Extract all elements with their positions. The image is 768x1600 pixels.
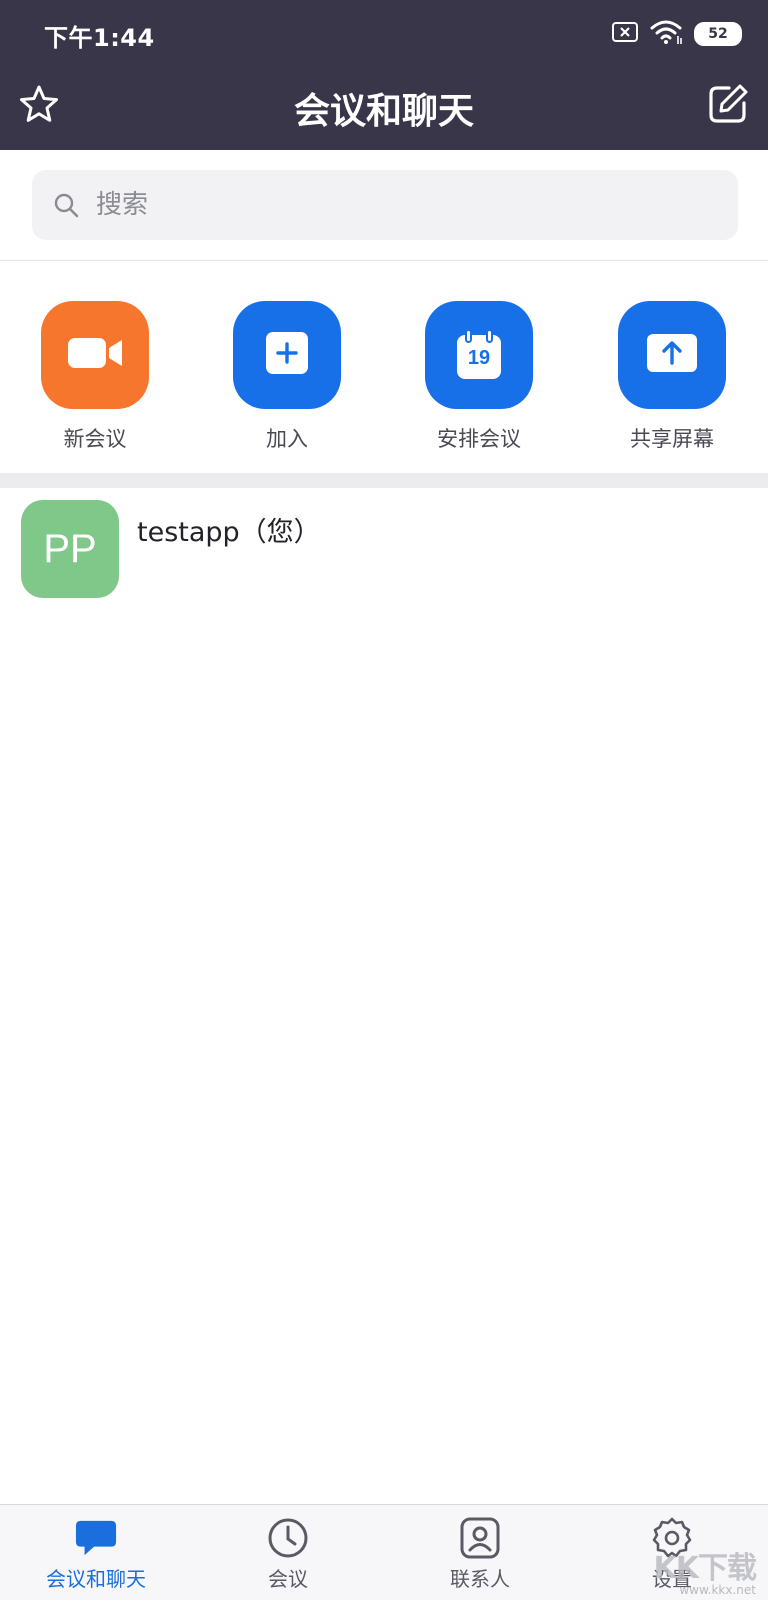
new-meeting-button[interactable]: 新会议	[20, 301, 170, 453]
section-divider	[0, 473, 768, 488]
clock-icon	[267, 1517, 309, 1559]
tab-meetings[interactable]: 会议	[192, 1505, 384, 1600]
share-up-icon	[646, 333, 698, 377]
app-screen: 下午1:44 52 会议和聊天 搜索 新会议 加入 19 安排会议 共享屏幕 P…	[0, 0, 768, 1600]
calendar-day: 19	[467, 347, 491, 369]
share-screen-tile[interactable]	[618, 301, 726, 409]
new-meeting-label: 新会议	[63, 427, 127, 451]
share-screen-label: 共享屏幕	[630, 427, 714, 451]
chat-bubble-icon	[75, 1517, 117, 1559]
battery-icon: 52	[694, 22, 742, 46]
quick-actions: 新会议 加入 19 安排会议 共享屏幕	[0, 261, 768, 473]
schedule-meeting-label: 安排会议	[437, 427, 521, 451]
share-screen-button[interactable]: 共享屏幕	[597, 301, 747, 453]
wifi-icon	[650, 19, 682, 49]
join-tile[interactable]	[233, 301, 341, 409]
schedule-tile[interactable]: 19	[425, 301, 533, 409]
search-icon	[52, 191, 80, 219]
tab-label: 联系人	[450, 1567, 510, 1591]
plus-icon	[265, 331, 309, 379]
watermark: KK下载 www.kkx.net	[654, 1543, 757, 1597]
compose-button[interactable]	[706, 84, 750, 128]
tab-contacts[interactable]: 联系人	[384, 1505, 576, 1600]
bottom-tab-bar: 会议和聊天 会议 联系人 设置 KK下载 www.kkx.net	[0, 1504, 768, 1600]
search-bar[interactable]	[32, 170, 738, 240]
video-camera-icon	[66, 335, 124, 375]
list-item[interactable]: PP testapp（您）	[0, 488, 768, 606]
avatar: PP	[21, 500, 119, 598]
search-input[interactable]	[94, 189, 678, 221]
status-icons: 52	[612, 20, 742, 48]
tab-label: 会议	[268, 1567, 308, 1591]
sim-off-icon	[612, 22, 638, 46]
watermark-logo: KK下载	[653, 1551, 757, 1586]
search-section	[0, 150, 768, 261]
contact-icon	[459, 1517, 501, 1559]
join-button[interactable]: 加入	[212, 301, 362, 453]
contact-name: testapp（您）	[137, 517, 321, 548]
join-label: 加入	[266, 427, 308, 451]
compose-icon	[707, 83, 749, 129]
top-bar: 下午1:44 52 会议和聊天	[0, 0, 768, 150]
new-meeting-tile[interactable]	[41, 301, 149, 409]
page-title: 会议和聊天	[293, 91, 474, 132]
schedule-meeting-button[interactable]: 19 安排会议	[404, 301, 554, 453]
tab-label: 会议和聊天	[46, 1567, 146, 1591]
tab-meetings-chat[interactable]: 会议和聊天	[0, 1505, 192, 1600]
calendar-icon: 19	[455, 329, 503, 381]
status-time: 下午1:44	[44, 24, 155, 52]
